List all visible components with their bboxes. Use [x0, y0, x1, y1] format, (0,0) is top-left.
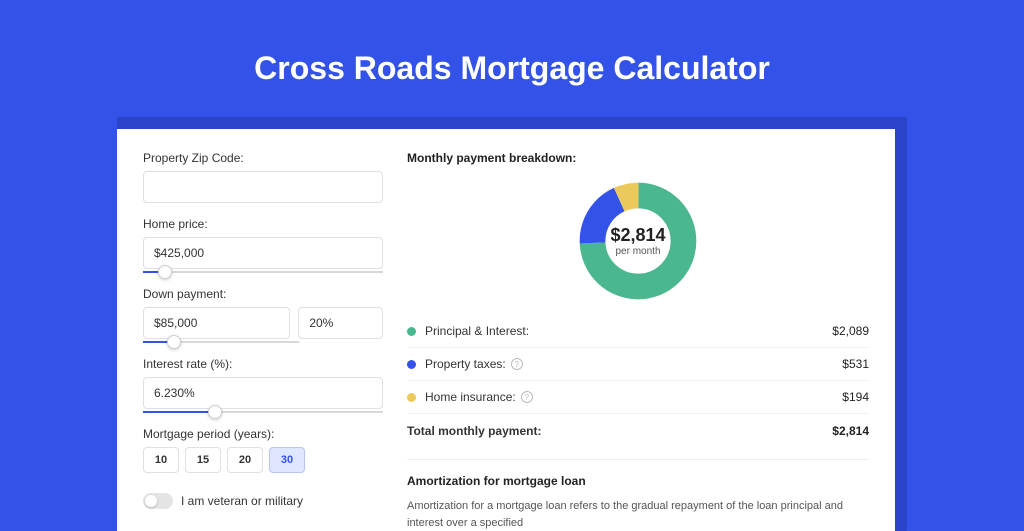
breakdown-column: Monthly payment breakdown: $2,814 per mo…: [407, 151, 869, 531]
down-payment-row: [143, 307, 383, 339]
period-button-30[interactable]: 30: [269, 447, 305, 473]
total-row: Total monthly payment: $2,814: [407, 414, 869, 447]
veteran-label: I am veteran or military: [181, 494, 303, 508]
total-row-value: $2,814: [832, 424, 869, 438]
amortization-title: Amortization for mortgage loan: [407, 474, 869, 488]
legend-value: $531: [842, 357, 869, 371]
calculator-card: Property Zip Code: Home price: Down paym…: [117, 129, 895, 531]
down-payment-pct-input[interactable]: [298, 307, 383, 339]
interest-slider[interactable]: [143, 411, 383, 413]
breakdown-title: Monthly payment breakdown:: [407, 151, 869, 165]
donut-wrap: $2,814 per month: [407, 175, 869, 315]
down-payment-slider[interactable]: [143, 341, 299, 343]
interest-input[interactable]: [143, 377, 383, 409]
down-payment-label: Down payment:: [143, 287, 383, 301]
legend-dot: [407, 360, 416, 369]
zip-input[interactable]: [143, 171, 383, 203]
zip-field-group: Property Zip Code:: [143, 151, 383, 203]
veteran-toggle[interactable]: [143, 493, 173, 509]
legend-value: $2,089: [832, 324, 869, 338]
payment-donut-chart: $2,814 per month: [578, 181, 698, 301]
legend-dot: [407, 393, 416, 402]
form-column: Property Zip Code: Home price: Down paym…: [143, 151, 383, 531]
interest-slider-fill: [143, 411, 215, 413]
period-row: 10152030: [143, 447, 383, 473]
amortization-text: Amortization for a mortgage loan refers …: [407, 498, 869, 531]
down-payment-slider-thumb[interactable]: [167, 335, 181, 349]
period-button-20[interactable]: 20: [227, 447, 263, 473]
home-price-slider-thumb[interactable]: [158, 265, 172, 279]
veteran-row: I am veteran or military: [143, 493, 383, 509]
legend-label: Property taxes:?: [425, 357, 842, 371]
legend-list: Principal & Interest:$2,089Property taxe…: [407, 315, 869, 414]
card-shadow: Property Zip Code: Home price: Down paym…: [117, 117, 907, 531]
donut-center: $2,814 per month: [578, 181, 698, 301]
donut-amount: $2,814: [610, 225, 665, 246]
legend-value: $194: [842, 390, 869, 404]
amortization-section: Amortization for mortgage loan Amortizat…: [407, 459, 869, 531]
period-button-10[interactable]: 10: [143, 447, 179, 473]
home-price-input[interactable]: [143, 237, 383, 269]
legend-label: Home insurance:?: [425, 390, 842, 404]
period-button-15[interactable]: 15: [185, 447, 221, 473]
legend-label: Principal & Interest:: [425, 324, 832, 338]
veteran-toggle-knob: [145, 495, 157, 507]
help-icon[interactable]: ?: [521, 391, 533, 403]
legend-row: Principal & Interest:$2,089: [407, 315, 869, 348]
home-price-slider[interactable]: [143, 271, 383, 273]
legend-dot: [407, 327, 416, 336]
down-payment-input[interactable]: [143, 307, 290, 339]
legend-row: Home insurance:?$194: [407, 381, 869, 414]
total-row-label: Total monthly payment:: [407, 424, 832, 438]
legend-row: Property taxes:?$531: [407, 348, 869, 381]
period-label: Mortgage period (years):: [143, 427, 383, 441]
donut-sub: per month: [615, 246, 660, 257]
period-field-group: Mortgage period (years): 10152030: [143, 427, 383, 473]
page-title: Cross Roads Mortgage Calculator: [0, 0, 1024, 117]
home-price-field-group: Home price:: [143, 217, 383, 273]
zip-label: Property Zip Code:: [143, 151, 383, 165]
help-icon[interactable]: ?: [511, 358, 523, 370]
home-price-label: Home price:: [143, 217, 383, 231]
interest-field-group: Interest rate (%):: [143, 357, 383, 413]
interest-slider-thumb[interactable]: [208, 405, 222, 419]
down-payment-field-group: Down payment:: [143, 287, 383, 343]
interest-label: Interest rate (%):: [143, 357, 383, 371]
